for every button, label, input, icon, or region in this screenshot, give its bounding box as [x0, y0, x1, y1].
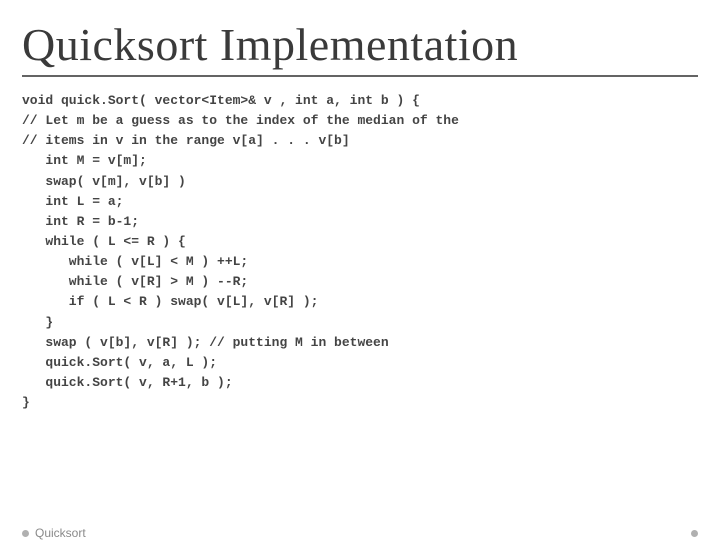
slide-footer: Quicksort	[22, 526, 698, 540]
footer-text: Quicksort	[35, 526, 86, 540]
bullet-icon	[22, 530, 29, 537]
code-block: void quick.Sort( vector<Item>& v , int a…	[22, 91, 720, 413]
slide-title: Quicksort Implementation	[22, 18, 720, 71]
title-underline	[22, 75, 698, 77]
footer-right-bullet-icon	[691, 530, 698, 537]
footer-left: Quicksort	[22, 526, 86, 540]
